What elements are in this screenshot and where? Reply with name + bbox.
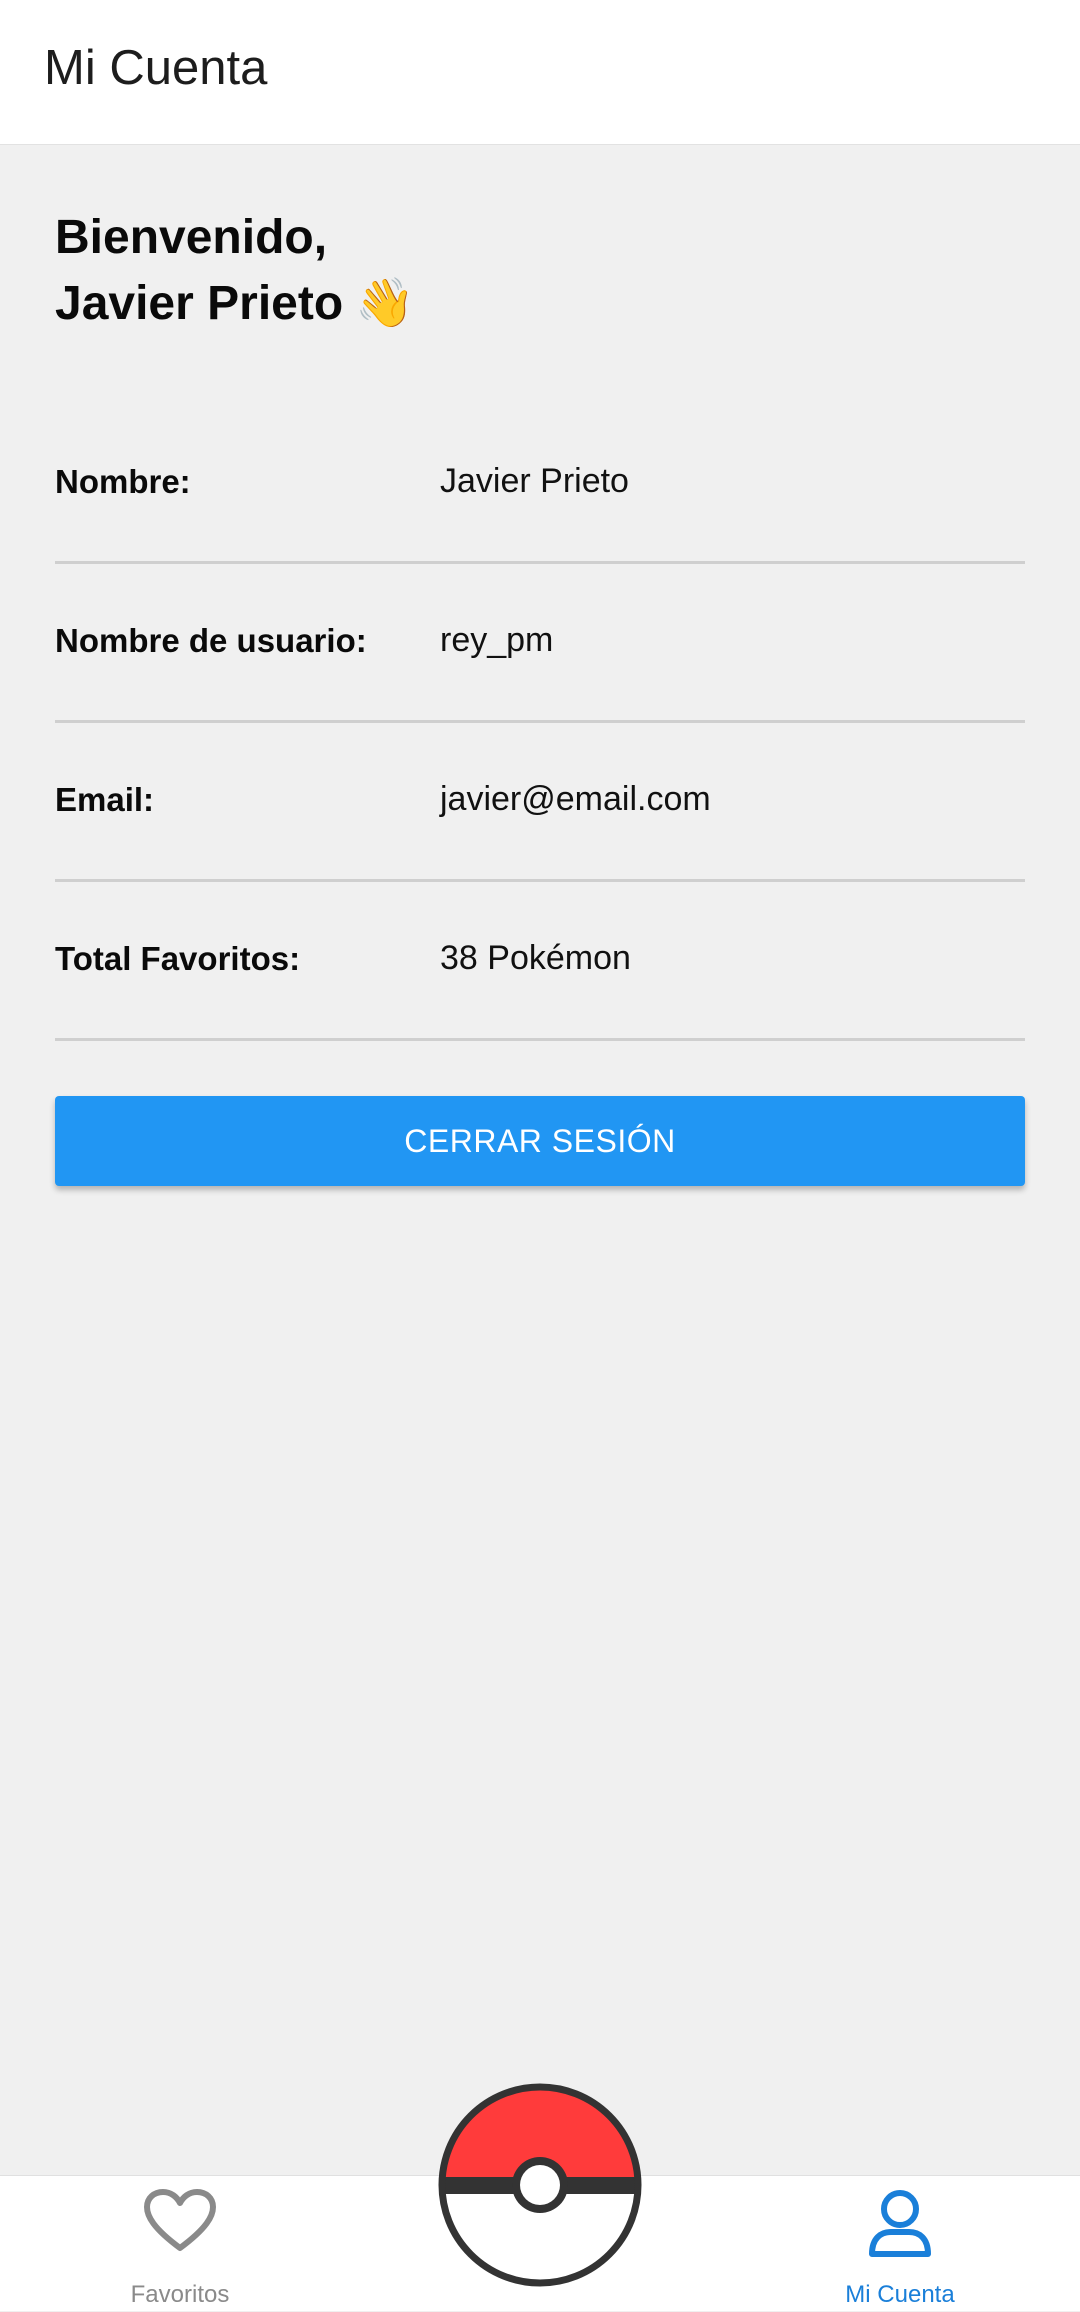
info-value: javier@email.com	[440, 780, 711, 818]
nav-item-favorites[interactable]: Favoritos	[30, 2176, 330, 2312]
waving-hand-icon: 👋	[355, 277, 415, 330]
info-row-name: Nombre: Javier Prieto	[55, 405, 1025, 564]
account-info-list: Nombre: Javier Prieto Nombre de usuario:…	[55, 405, 1025, 1041]
info-value: 38 Pokémon	[440, 939, 631, 977]
info-label: Total Favoritos:	[55, 940, 301, 977]
info-label: Email:	[55, 781, 155, 818]
welcome-name-line: Javier Prieto 👋	[55, 271, 1025, 337]
info-row-username: Nombre de usuario: rey_pm	[55, 564, 1025, 723]
heart-icon	[143, 2188, 217, 2259]
logout-button[interactable]: CERRAR SESIÓN	[55, 1096, 1025, 1186]
pokeball-icon	[438, 2083, 642, 2287]
info-row-email: Email: javier@email.com	[55, 723, 1025, 882]
pokeball-button[interactable]	[436, 2081, 644, 2289]
nav-label-favorites: Favoritos	[130, 2281, 230, 2308]
info-label: Nombre:	[55, 463, 191, 500]
welcome-message: Bienvenido, Javier Prieto 👋	[55, 205, 1025, 337]
page-title: Mi Cuenta	[44, 41, 268, 95]
info-row-favorites-total: Total Favoritos: 38 Pokémon	[55, 882, 1025, 1041]
user-icon	[867, 2188, 933, 2265]
app-header: Mi Cuenta	[0, 0, 1080, 145]
nav-label-account: Mi Cuenta	[845, 2281, 955, 2308]
nav-item-account[interactable]: Mi Cuenta	[750, 2176, 1050, 2312]
info-value: rey_pm	[440, 621, 554, 659]
account-content: Bienvenido, Javier Prieto 👋 Nombre: Javie…	[55, 145, 1025, 1186]
welcome-user-name: Javier Prieto	[55, 277, 344, 330]
welcome-greeting: Bienvenido,	[55, 211, 328, 264]
info-label: Nombre de usuario:	[55, 622, 367, 659]
info-value: Javier Prieto	[440, 462, 629, 500]
